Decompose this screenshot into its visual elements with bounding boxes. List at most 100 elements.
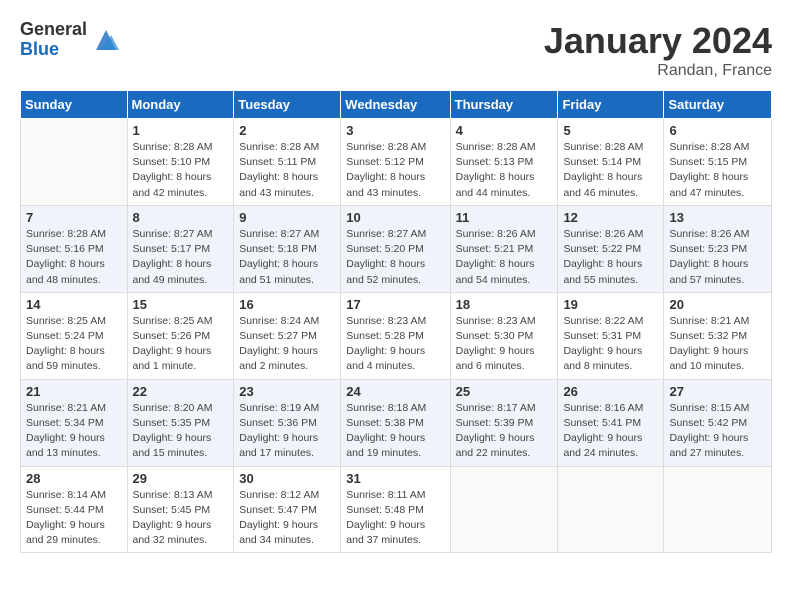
calendar-cell: 24 Sunrise: 8:18 AMSunset: 5:38 PMDayligh… [341, 379, 450, 466]
calendar-cell: 8Sunrise: 8:27 AMSunset: 5:17 PMDaylight… [127, 205, 234, 292]
day-info: Sunrise: 8:19 AMSunset: 5:36 PMDaylight:… [239, 401, 335, 462]
day-info: Sunrise: 8:28 AMSunset: 5:11 PMDaylight:… [239, 140, 335, 201]
calendar-cell: 9 Sunrise: 8:27 AMSunset: 5:18 PMDaylight… [234, 205, 341, 292]
calendar-cell: 16 Sunrise: 8:24 AMSunset: 5:27 PMDayligh… [234, 292, 341, 379]
calendar-cell: 5Sunrise: 8:28 AMSunset: 5:14 PMDaylight… [558, 119, 664, 206]
logo: General Blue [20, 20, 121, 60]
day-info: Sunrise: 8:12 AMSunset: 5:47 PMDaylight:… [239, 488, 335, 549]
day-info: Sunrise: 8:25 AMSunset: 5:26 PMDaylight:… [133, 314, 229, 375]
day-info: Sunrise: 8:23 AMSunset: 5:30 PMDaylight:… [456, 314, 553, 375]
calendar-cell: 15 Sunrise: 8:25 AMSunset: 5:26 PMDayligh… [127, 292, 234, 379]
calendar-cell [664, 466, 772, 553]
day-number: 25 [456, 384, 553, 399]
day-info: Sunrise: 8:16 AMSunset: 5:41 PMDaylight:… [563, 401, 658, 462]
day-info: Sunrise: 8:20 AMSunset: 5:35 PMDaylight:… [133, 401, 229, 462]
calendar-week-row: 21 Sunrise: 8:21 AMSunset: 5:34 PMDayligh… [21, 379, 772, 466]
calendar-cell: 6Sunrise: 8:28 AMSunset: 5:15 PMDaylight… [664, 119, 772, 206]
day-info: Sunrise: 8:28 AMSunset: 5:12 PMDaylight:… [346, 140, 444, 201]
title-block: January 2024 Randan, France [544, 20, 772, 80]
calendar-cell [450, 466, 558, 553]
day-number: 2 [239, 123, 335, 138]
calendar-week-row: 14 Sunrise: 8:25 AMSunset: 5:24 PMDayligh… [21, 292, 772, 379]
day-number: 9 [239, 210, 335, 225]
calendar-cell: 17 Sunrise: 8:23 AMSunset: 5:28 PMDayligh… [341, 292, 450, 379]
day-info: Sunrise: 8:25 AMSunset: 5:24 PMDaylight:… [26, 314, 122, 375]
day-info: Sunrise: 8:15 AMSunset: 5:42 PMDaylight:… [669, 401, 766, 462]
day-number: 19 [563, 297, 658, 312]
day-number: 6 [669, 123, 766, 138]
day-info: Sunrise: 8:18 AMSunset: 5:38 PMDaylight:… [346, 401, 444, 462]
day-number: 30 [239, 471, 335, 486]
calendar-cell: 14 Sunrise: 8:25 AMSunset: 5:24 PMDayligh… [21, 292, 128, 379]
day-number: 1 [133, 123, 229, 138]
calendar-table: SundayMondayTuesdayWednesdayThursdayFrid… [20, 90, 772, 553]
logo-blue: Blue [20, 40, 87, 60]
weekday-header-tuesday: Tuesday [234, 91, 341, 119]
calendar-week-row: 28 Sunrise: 8:14 AMSunset: 5:44 PMDayligh… [21, 466, 772, 553]
day-number: 16 [239, 297, 335, 312]
day-number: 11 [456, 210, 553, 225]
calendar-cell: 1 Sunrise: 8:28 AMSunset: 5:10 PMDaylight… [127, 119, 234, 206]
calendar-cell [558, 466, 664, 553]
day-info: Sunrise: 8:24 AMSunset: 5:27 PMDaylight:… [239, 314, 335, 375]
day-number: 21 [26, 384, 122, 399]
calendar-cell: 7Sunrise: 8:28 AMSunset: 5:16 PMDaylight… [21, 205, 128, 292]
calendar-cell: 12 Sunrise: 8:26 AMSunset: 5:22 PMDayligh… [558, 205, 664, 292]
day-number: 31 [346, 471, 444, 486]
calendar-cell: 4Sunrise: 8:28 AMSunset: 5:13 PMDaylight… [450, 119, 558, 206]
calendar-cell: 20 Sunrise: 8:21 AMSunset: 5:32 PMDayligh… [664, 292, 772, 379]
day-number: 26 [563, 384, 658, 399]
calendar-cell: 21 Sunrise: 8:21 AMSunset: 5:34 PMDayligh… [21, 379, 128, 466]
day-info: Sunrise: 8:27 AMSunset: 5:20 PMDaylight:… [346, 227, 444, 288]
day-number: 10 [346, 210, 444, 225]
calendar-week-row: 1 Sunrise: 8:28 AMSunset: 5:10 PMDaylight… [21, 119, 772, 206]
day-number: 13 [669, 210, 766, 225]
calendar-cell: 2 Sunrise: 8:28 AMSunset: 5:11 PMDaylight… [234, 119, 341, 206]
weekday-header-monday: Monday [127, 91, 234, 119]
day-number: 20 [669, 297, 766, 312]
day-info: Sunrise: 8:21 AMSunset: 5:34 PMDaylight:… [26, 401, 122, 462]
calendar-cell: 31 Sunrise: 8:11 AMSunset: 5:48 PMDayligh… [341, 466, 450, 553]
day-number: 24 [346, 384, 444, 399]
day-number: 14 [26, 297, 122, 312]
day-info: Sunrise: 8:27 AMSunset: 5:18 PMDaylight:… [239, 227, 335, 288]
day-info: Sunrise: 8:26 AMSunset: 5:22 PMDaylight:… [563, 227, 658, 288]
calendar-cell: 11 Sunrise: 8:26 AMSunset: 5:21 PMDayligh… [450, 205, 558, 292]
month-title: January 2024 [544, 20, 772, 62]
day-info: Sunrise: 8:28 AMSunset: 5:10 PMDaylight:… [133, 140, 229, 201]
calendar-cell: 28 Sunrise: 8:14 AMSunset: 5:44 PMDayligh… [21, 466, 128, 553]
day-info: Sunrise: 8:26 AMSunset: 5:21 PMDaylight:… [456, 227, 553, 288]
day-number: 3 [346, 123, 444, 138]
weekday-header-friday: Friday [558, 91, 664, 119]
calendar-cell: 30 Sunrise: 8:12 AMSunset: 5:47 PMDayligh… [234, 466, 341, 553]
day-number: 5 [563, 123, 658, 138]
day-number: 12 [563, 210, 658, 225]
day-number: 29 [133, 471, 229, 486]
day-info: Sunrise: 8:14 AMSunset: 5:44 PMDaylight:… [26, 488, 122, 549]
calendar-cell: 25Sunrise: 8:17 AMSunset: 5:39 PMDayligh… [450, 379, 558, 466]
location: Randan, France [544, 62, 772, 80]
day-info: Sunrise: 8:21 AMSunset: 5:32 PMDaylight:… [669, 314, 766, 375]
calendar-cell: 19 Sunrise: 8:22 AMSunset: 5:31 PMDayligh… [558, 292, 664, 379]
calendar-cell: 18Sunrise: 8:23 AMSunset: 5:30 PMDayligh… [450, 292, 558, 379]
day-number: 27 [669, 384, 766, 399]
calendar-cell [21, 119, 128, 206]
day-number: 15 [133, 297, 229, 312]
logo-general: General [20, 20, 87, 40]
calendar-cell: 26 Sunrise: 8:16 AMSunset: 5:41 PMDayligh… [558, 379, 664, 466]
day-info: Sunrise: 8:22 AMSunset: 5:31 PMDaylight:… [563, 314, 658, 375]
logo-text: General Blue [20, 20, 87, 60]
day-info: Sunrise: 8:28 AMSunset: 5:13 PMDaylight:… [456, 140, 553, 201]
day-number: 7 [26, 210, 122, 225]
day-info: Sunrise: 8:23 AMSunset: 5:28 PMDaylight:… [346, 314, 444, 375]
weekday-header-thursday: Thursday [450, 91, 558, 119]
calendar-cell: 27 Sunrise: 8:15 AMSunset: 5:42 PMDayligh… [664, 379, 772, 466]
calendar-cell: 29Sunrise: 8:13 AMSunset: 5:45 PMDayligh… [127, 466, 234, 553]
day-number: 28 [26, 471, 122, 486]
day-info: Sunrise: 8:11 AMSunset: 5:48 PMDaylight:… [346, 488, 444, 549]
day-number: 17 [346, 297, 444, 312]
day-info: Sunrise: 8:26 AMSunset: 5:23 PMDaylight:… [669, 227, 766, 288]
weekday-header-sunday: Sunday [21, 91, 128, 119]
weekday-header-row: SundayMondayTuesdayWednesdayThursdayFrid… [21, 91, 772, 119]
logo-icon [91, 25, 121, 55]
